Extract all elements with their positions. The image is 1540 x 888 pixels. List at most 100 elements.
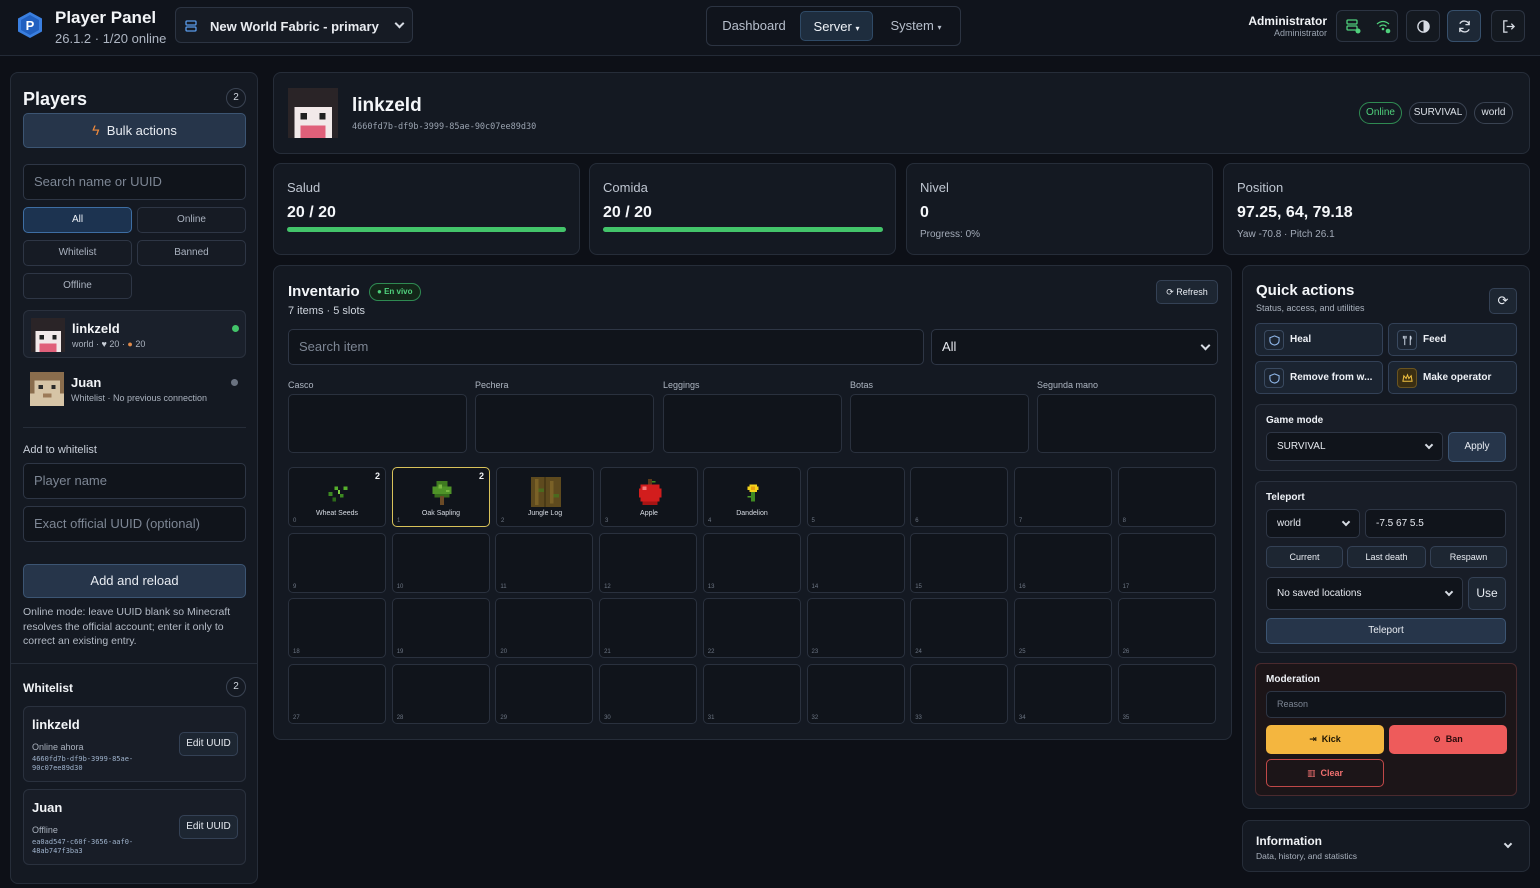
- inventory-slot-empty[interactable]: 25: [1013, 598, 1112, 659]
- make-operator-button[interactable]: Make operator: [1388, 361, 1517, 394]
- item-search-input[interactable]: Search item: [288, 329, 924, 365]
- slot-index: 33: [915, 715, 922, 722]
- inventory-slot[interactable]: Dandelion 4: [703, 467, 801, 527]
- teleport-last-death-button[interactable]: Last death: [1347, 546, 1426, 568]
- inventory-slot-empty[interactable]: 20: [495, 598, 594, 659]
- saved-locations-select[interactable]: No saved locations: [1266, 577, 1463, 610]
- filter-offline[interactable]: Offline: [23, 273, 132, 299]
- game-mode-select[interactable]: SURVIVAL: [1266, 432, 1443, 461]
- inventory-slot-empty[interactable]: 11: [495, 532, 594, 593]
- stat-title: Salud: [287, 180, 321, 195]
- filter-whitelist[interactable]: Whitelist: [23, 240, 132, 266]
- stat-note: Yaw -70.8 · Pitch 26.1: [1237, 229, 1335, 240]
- server-selector[interactable]: New World Fabric - primary: [175, 7, 413, 43]
- clear-button[interactable]: ▥ Clear: [1266, 759, 1384, 787]
- player-list-item-juan[interactable]: Juan Whitelist · No previous connection: [23, 365, 246, 413]
- inventory-refresh-button[interactable]: ⟳ Refresh: [1156, 280, 1218, 304]
- uuid-input[interactable]: Exact official UUID (optional): [23, 506, 246, 542]
- inventory-slot-empty[interactable]: 8: [1117, 467, 1216, 527]
- teleport-respawn-button[interactable]: Respawn: [1430, 546, 1507, 568]
- slot-index: 7: [1018, 518, 1023, 524]
- armor-slot-leggings[interactable]: [663, 394, 842, 453]
- filter-banned[interactable]: Banned: [137, 240, 246, 266]
- inventory-slot-selected[interactable]: 2 Oak Sapling 1: [392, 467, 490, 527]
- teleport-current-button[interactable]: Current: [1266, 546, 1343, 568]
- inventory-slot-empty[interactable]: 24: [910, 598, 1009, 659]
- inventory-slot-empty[interactable]: 33: [910, 664, 1009, 725]
- teleport-world-select[interactable]: world: [1266, 509, 1360, 538]
- inventory-slot[interactable]: Apple 3: [600, 467, 698, 527]
- filter-online[interactable]: Online: [137, 207, 246, 233]
- heart-icon: ♥: [101, 339, 107, 349]
- armor-slot-boots[interactable]: [850, 394, 1029, 453]
- nav-system[interactable]: System ▾: [878, 11, 954, 41]
- logout-button[interactable]: [1491, 10, 1525, 42]
- inventory-slot-empty[interactable]: 15: [910, 532, 1009, 593]
- chevron-down-icon: [1200, 340, 1211, 351]
- player-search-input[interactable]: Search name or UUID: [23, 164, 246, 200]
- contrast-icon: [1417, 20, 1430, 33]
- trash-icon: ▥: [1306, 768, 1316, 778]
- slot-index: 26: [1122, 649, 1130, 656]
- apply-game-mode-button[interactable]: Apply: [1448, 432, 1506, 462]
- inventory-slot-empty[interactable]: 34: [1013, 664, 1112, 725]
- inventory-slot-empty[interactable]: 9: [288, 532, 386, 593]
- inventory-slot-empty[interactable]: 5: [806, 467, 905, 527]
- inventory-slot-empty[interactable]: 14: [806, 532, 905, 593]
- inventory-slot-empty[interactable]: 18: [288, 598, 386, 659]
- add-and-reload-button[interactable]: Add and reload: [23, 564, 246, 598]
- inventory-slot-empty[interactable]: 27: [288, 664, 386, 725]
- nav-dashboard[interactable]: Dashboard: [713, 11, 795, 41]
- inventory-slot-empty[interactable]: 32: [806, 664, 905, 725]
- heal-button[interactable]: Heal: [1255, 323, 1383, 356]
- inventory-slot-empty[interactable]: 7: [1013, 467, 1112, 527]
- armor-slot-offhand[interactable]: [1037, 394, 1216, 453]
- inventory-slot-empty[interactable]: 12: [599, 532, 698, 593]
- player-uuid: 4660fd7b-df9b-3999-85ae-90c07ee89d30: [352, 122, 537, 132]
- player-avatar-large: [288, 88, 338, 138]
- information-panel[interactable]: Information Data, history, and statistic…: [1242, 820, 1530, 872]
- teleport-coords-input[interactable]: -7.5 67 5.5: [1365, 509, 1506, 538]
- inventory-slot-empty[interactable]: 22: [702, 598, 801, 659]
- inventory-slot-empty[interactable]: 10: [391, 532, 490, 593]
- inventory-slot[interactable]: Jungle Log 2: [496, 467, 594, 527]
- server-icon: [185, 20, 197, 32]
- teleport-button[interactable]: Teleport: [1266, 618, 1506, 644]
- feed-button[interactable]: Feed: [1388, 323, 1517, 356]
- bulk-actions-button[interactable]: ϟ Bulk actions: [23, 113, 246, 148]
- inventory-slot-empty[interactable]: 28: [391, 664, 490, 725]
- filter-all[interactable]: All: [23, 207, 132, 233]
- armor-slot-helmet[interactable]: [288, 394, 467, 453]
- inventory-slot-empty[interactable]: 29: [495, 664, 594, 725]
- kick-button[interactable]: ⇥ Kick: [1266, 725, 1384, 754]
- edit-uuid-button[interactable]: Edit UUID: [179, 732, 238, 756]
- slot-index: 21: [604, 649, 611, 656]
- inventory-slot-empty[interactable]: 21: [599, 598, 698, 659]
- remove-whitelist-button[interactable]: Remove from w...: [1255, 361, 1383, 394]
- edit-uuid-button[interactable]: Edit UUID: [179, 815, 238, 839]
- server-status-indicators[interactable]: [1336, 10, 1398, 42]
- nav-server[interactable]: Server ▾: [800, 11, 873, 41]
- inventory-slot-empty[interactable]: 31: [702, 664, 801, 725]
- item-filter-select[interactable]: All: [931, 329, 1218, 365]
- inventory-slot-empty[interactable]: 30: [599, 664, 698, 725]
- inventory-slot[interactable]: 2 Wheat Seeds 0: [288, 467, 386, 527]
- quick-actions-refresh-button[interactable]: ⟳: [1489, 288, 1517, 314]
- armor-slot-chestplate[interactable]: [475, 394, 654, 453]
- player-name-input[interactable]: Player name: [23, 463, 246, 499]
- inventory-slot-empty[interactable]: 6: [910, 467, 1009, 527]
- inventory-slot-empty[interactable]: 26: [1117, 598, 1216, 659]
- player-list-item-linkzeld[interactable]: linkzeld world · ♥ 20 · ● 20: [23, 310, 246, 358]
- inventory-slot-empty[interactable]: 19: [391, 598, 490, 659]
- use-location-button[interactable]: Use: [1468, 577, 1506, 610]
- moderation-reason-input[interactable]: Reason: [1266, 691, 1506, 718]
- inventory-slot-empty[interactable]: 17: [1117, 532, 1216, 593]
- refresh-button[interactable]: [1447, 10, 1481, 42]
- inventory-slot-empty[interactable]: 13: [702, 532, 801, 593]
- ban-button[interactable]: ⊘ Ban: [1389, 725, 1507, 754]
- teleport-section: Teleport world -7.5 67 5.5 Current Last …: [1255, 481, 1517, 653]
- theme-toggle-button[interactable]: [1406, 10, 1440, 42]
- inventory-slot-empty[interactable]: 35: [1117, 664, 1216, 725]
- inventory-slot-empty[interactable]: 16: [1013, 532, 1112, 593]
- inventory-slot-empty[interactable]: 23: [806, 598, 905, 659]
